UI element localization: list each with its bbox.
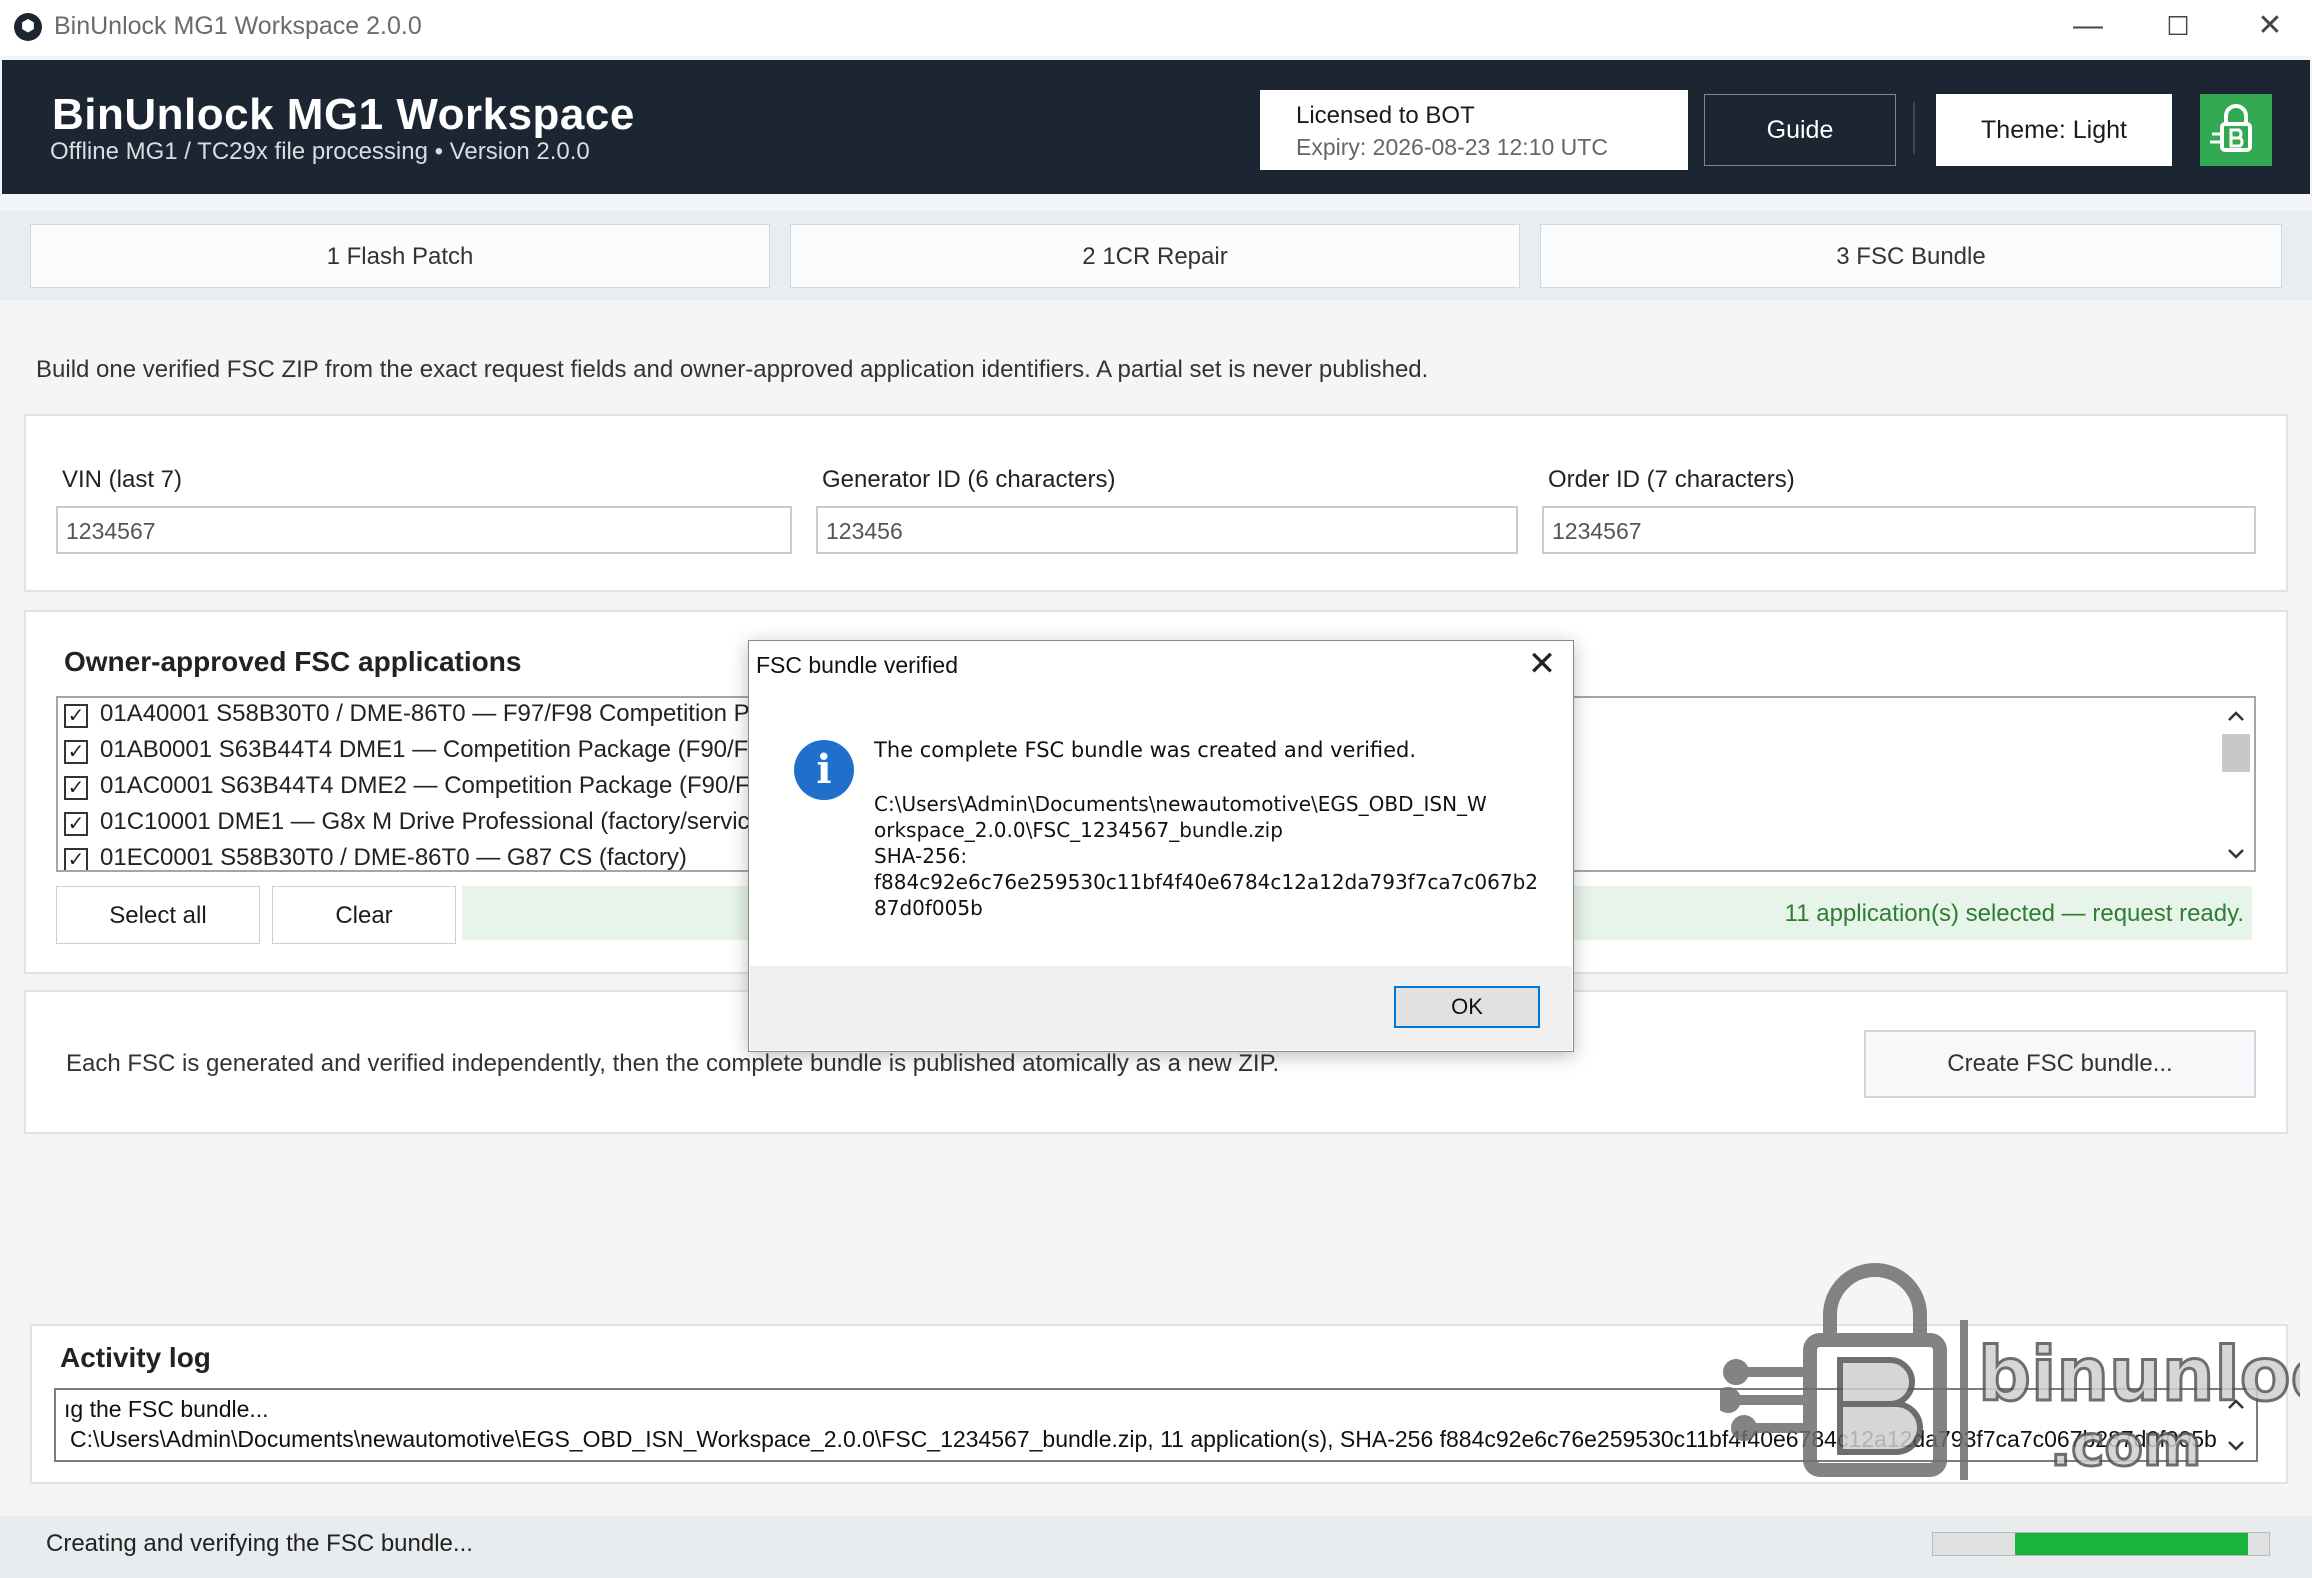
- watermark-brand-text: binunlock: [1978, 1332, 2300, 1418]
- header-divider: [1913, 102, 1915, 154]
- tab-fsc-bundle[interactable]: 3 FSC Bundle: [1540, 224, 2282, 288]
- license-holder: Licensed to BOT: [1296, 102, 1475, 129]
- dialog-hash-line: 87d0f005b: [874, 896, 983, 920]
- order-id-label: Order ID (7 characters): [1548, 466, 1795, 493]
- progress-bar: [1932, 1532, 2270, 1556]
- bundle-description: Each FSC is generated and verified indep…: [66, 1050, 1280, 1077]
- dialog-path-line: C:\Users\Admin\Documents\newautomotive\E…: [874, 792, 1487, 816]
- generator-id-input[interactable]: 123456: [816, 506, 1518, 554]
- watermark-suffix-text: .com: [2050, 1414, 2201, 1479]
- app-chip-icon: ⬢: [14, 13, 42, 41]
- request-fields-panel: [24, 414, 2288, 592]
- guide-button[interactable]: Guide: [1704, 94, 1896, 166]
- checkbox-checked-icon[interactable]: ✓: [64, 776, 88, 800]
- list-scrollbar-thumb[interactable]: [2222, 734, 2250, 772]
- list-scrollbar[interactable]: [2218, 698, 2254, 870]
- binunlock-watermark-logo: binunlock .com: [1715, 1260, 2312, 1481]
- app-title: BinUnlock MG1 Workspace: [52, 90, 635, 139]
- maximize-button[interactable]: ☐: [2132, 0, 2224, 56]
- create-fsc-bundle-button[interactable]: Create FSC bundle...: [1864, 1030, 2256, 1098]
- close-window-button[interactable]: ✕: [2224, 0, 2312, 56]
- dialog-close-button[interactable]: ✕: [1518, 642, 1566, 688]
- theme-toggle-button[interactable]: Theme: Light: [1936, 94, 2172, 166]
- tab-1cr-repair[interactable]: 2 1CR Repair: [790, 224, 1520, 288]
- tab-flash-patch[interactable]: 1 Flash Patch: [30, 224, 770, 288]
- progress-bar-fill: [2015, 1533, 2248, 1555]
- generator-id-label: Generator ID (6 characters): [822, 466, 1116, 493]
- checkbox-checked-icon[interactable]: ✓: [64, 812, 88, 836]
- activity-log-heading: Activity log: [60, 1342, 211, 1373]
- order-id-input[interactable]: 1234567: [1542, 506, 2256, 554]
- dialog-path-line: orkspace_2.0.0\FSC_1234567_bundle.zip: [874, 818, 1283, 842]
- status-text: Creating and verifying the FSC bundle...: [46, 1530, 473, 1557]
- vin-label: VIN (last 7): [62, 466, 183, 493]
- minimize-button[interactable]: —: [2042, 0, 2134, 56]
- dialog-hash-line: f884c92e6c76e259530c11bf4f40e6784c12a12d…: [874, 870, 1538, 894]
- info-icon: i: [794, 740, 854, 800]
- dialog-ok-button[interactable]: OK: [1394, 986, 1540, 1028]
- page-description: Build one verified FSC ZIP from the exac…: [36, 356, 1429, 383]
- clear-button[interactable]: Clear: [272, 886, 456, 944]
- checkbox-checked-icon[interactable]: ✓: [64, 848, 88, 870]
- list-item-label: 01AC0001 S63B44T4 DME2 — Competition Pac…: [100, 772, 784, 799]
- list-item-label: 01C10001 DME1 — G8x M Drive Professional…: [100, 808, 771, 835]
- list-item-label: 01AB0001 S63B44T4 DME1 — Competition Pac…: [100, 736, 782, 763]
- checkbox-checked-icon[interactable]: ✓: [64, 740, 88, 764]
- app-subtitle: Offline MG1 / TC29x file processing • Ve…: [50, 138, 590, 165]
- dialog-message: The complete FSC bundle was created and …: [874, 738, 1417, 762]
- checkbox-checked-icon[interactable]: ✓: [64, 704, 88, 728]
- license-status-icon: [2200, 94, 2272, 166]
- applications-heading: Owner-approved FSC applications: [64, 646, 522, 677]
- log-line: ıg the FSC bundle...: [64, 1396, 269, 1422]
- dialog-title: FSC bundle verified: [756, 652, 958, 678]
- list-item-label: 01EC0001 S58B30T0 / DME-86T0 — G87 CS (f…: [100, 844, 687, 871]
- window-title: BinUnlock MG1 Workspace 2.0.0: [54, 12, 422, 40]
- select-all-button[interactable]: Select all: [56, 886, 260, 944]
- list-item-label: 01A40001 S58B30T0 / DME-86T0 — F97/F98 C…: [100, 700, 788, 727]
- dialog-hash-label: SHA-256:: [874, 844, 968, 868]
- selection-status-text: 11 application(s) selected — request rea…: [1784, 900, 2244, 927]
- vin-input[interactable]: 1234567: [56, 506, 792, 554]
- license-expiry: Expiry: 2026-08-23 12:10 UTC: [1296, 134, 1608, 160]
- license-info: Licensed to BOT Expiry: 2026-08-23 12:10…: [1260, 90, 1688, 170]
